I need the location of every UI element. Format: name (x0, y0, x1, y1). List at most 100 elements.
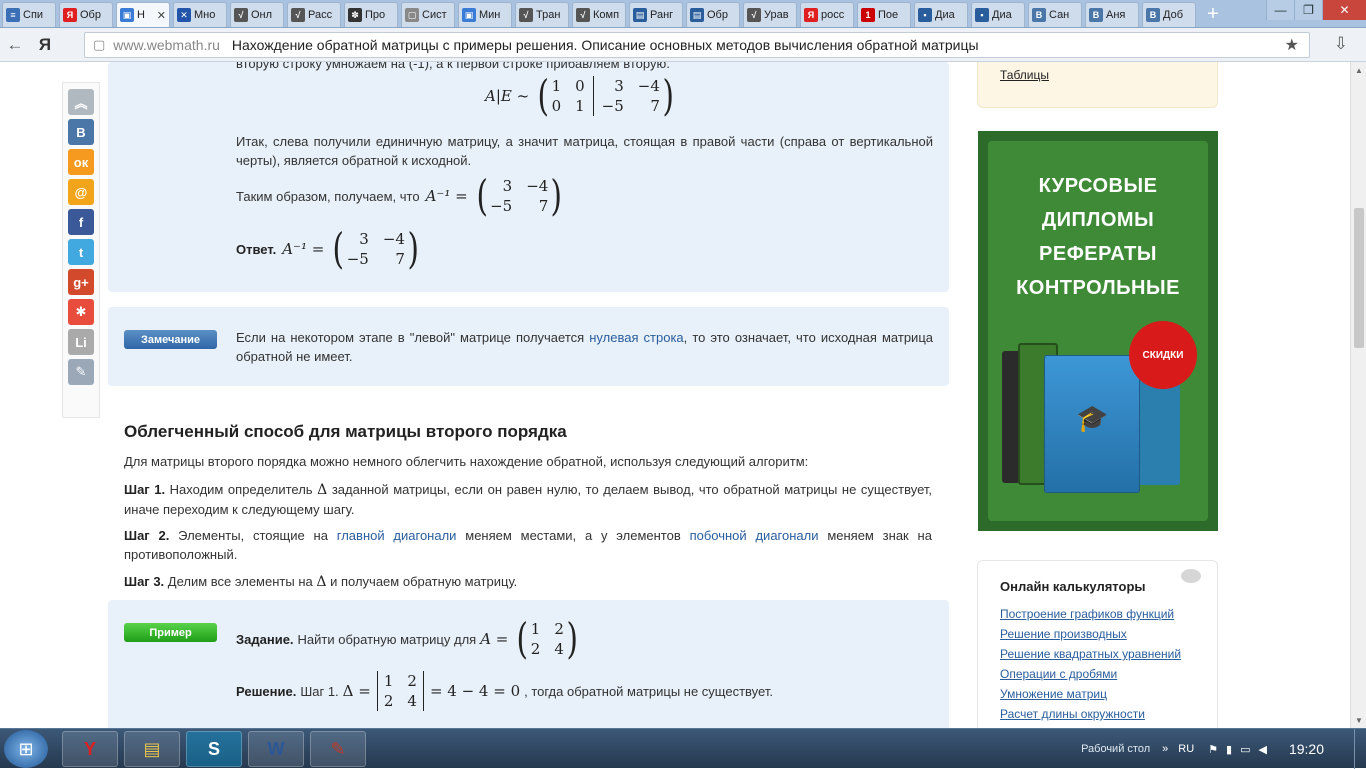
download-icon[interactable]: ⇩ (1334, 34, 1348, 54)
task-text: Найти обратную матрицу для (297, 631, 477, 647)
tables-link[interactable]: Таблицы (1000, 68, 1049, 82)
tab-favicon-icon: ▪ (918, 8, 932, 22)
yandex-browser-icon[interactable]: Y (62, 731, 118, 767)
scroll-top-icon[interactable]: ︽ (68, 89, 94, 115)
browser-tab[interactable]: ▪ Диа (914, 2, 968, 27)
browser-tab[interactable]: ▪ Диа (971, 2, 1025, 27)
address-bar[interactable]: ▢ www.webmath.ru Нахождение обратной мат… (84, 32, 1310, 58)
tab-favicon-icon: ≡ (6, 8, 20, 22)
browser-tab[interactable]: ▣ Н ✕ (116, 2, 170, 27)
show-desktop-button[interactable] (1354, 729, 1366, 769)
tab-favicon-icon: 1 (861, 8, 875, 22)
paint-icon[interactable]: ✎ (310, 731, 366, 767)
tab-label: Урав (764, 9, 789, 21)
minimize-button[interactable]: — (1266, 0, 1294, 20)
browser-tab[interactable]: В Доб (1142, 2, 1196, 27)
browser-tab[interactable]: ✽ Про (344, 2, 398, 27)
side-diagonal-link[interactable]: побочной диагонали (690, 528, 819, 543)
step-1: Шаг 1. Находим определитель Δ заданной м… (124, 480, 932, 519)
skype-icon[interactable]: S (186, 731, 242, 767)
tab-label: Мин (479, 9, 501, 21)
scroll-down-icon[interactable]: ▼ (1351, 712, 1366, 728)
matrix-cell: −5 (601, 97, 624, 115)
close-tab-icon[interactable]: ✕ (157, 9, 166, 22)
network-icon[interactable]: ▮ (1226, 743, 1232, 756)
flag-icon[interactable]: ⚑ (1208, 743, 1218, 756)
browser-tab[interactable]: ✕ Мно (173, 2, 227, 27)
browser-tab[interactable]: ▣ Мин (458, 2, 512, 27)
browser-tab[interactable]: √ Комп (572, 2, 626, 27)
tab-favicon-icon: √ (576, 8, 590, 22)
calc-link-fractions[interactable]: Операции с дробями (1000, 667, 1117, 681)
liveinternet-icon[interactable]: Li (68, 329, 94, 355)
address-domain: www.webmath.ru (113, 37, 220, 53)
browser-tab[interactable]: √ Расс (287, 2, 341, 27)
calc-link-matrix-mult[interactable]: Умножение матриц (1000, 687, 1107, 701)
vk-icon[interactable]: В (68, 119, 94, 145)
monitor-icon[interactable]: ▭ (1240, 743, 1250, 756)
result-text: Таким образом, получаем, что (236, 188, 420, 204)
close-window-button[interactable]: ✕ (1322, 0, 1366, 20)
tab-favicon-icon: ▤ (690, 8, 704, 22)
main-diagonal-link[interactable]: главной диагонали (337, 528, 457, 543)
desktop-label[interactable]: Рабочий стол (1081, 743, 1150, 755)
calc-link-quadratic[interactable]: Решение квадратных уравнений (1000, 647, 1181, 661)
browser-tab[interactable]: √ Тран (515, 2, 569, 27)
graduation-cap-icon: 🎓 (1076, 403, 1109, 433)
browser-tab[interactable]: ▢ Сист (401, 2, 455, 27)
step-2-label: Шаг 2. (124, 528, 170, 543)
note-text-1: Если на некотором этапе в "левой" матриц… (236, 330, 585, 345)
browser-tab[interactable]: В Сан (1028, 2, 1082, 27)
browser-tab[interactable]: 1 Пое (857, 2, 911, 27)
advert-banner[interactable]: КУРСОВЫЕ ДИПЛОМЫ РЕФЕРАТЫ КОНТРОЛЬНЫЕ 🎓 … (978, 131, 1218, 531)
new-tab-button[interactable]: + (1199, 2, 1227, 27)
matrix-cell: 1 (530, 620, 541, 638)
calc-link-derivatives[interactable]: Решение производных (1000, 627, 1127, 641)
browser-tab[interactable]: ▤ Обр (686, 2, 740, 27)
word-icon[interactable]: W (248, 731, 304, 767)
browser-tab[interactable]: √ Онл (230, 2, 284, 27)
answer-matrix: (3 −4 −5 7) (332, 224, 419, 273)
mail-icon[interactable]: @ (68, 179, 94, 205)
browser-tab[interactable]: ▤ Ранг (629, 2, 683, 27)
language-indicator[interactable]: RU (1178, 743, 1194, 755)
back-button[interactable]: ← (0, 30, 30, 60)
browser-tab[interactable]: В Аня (1085, 2, 1139, 27)
matrix-cell: −4 (637, 77, 660, 95)
maximize-button[interactable]: ❐ (1294, 0, 1322, 20)
odnoklassniki-icon[interactable]: ок (68, 149, 94, 175)
tab-label: Обр (80, 9, 101, 21)
browser-tab[interactable]: Яросс (800, 2, 854, 27)
calc-link-graphs[interactable]: Построение графиков функций (1000, 607, 1174, 621)
scroll-thumb[interactable] (1354, 208, 1364, 348)
matrix-cell: 2 (383, 692, 394, 710)
volume-icon[interactable]: ◀ (1258, 743, 1266, 756)
chevron-icon[interactable]: » (1162, 743, 1168, 755)
matrix-cell: 1 (575, 97, 585, 115)
file-explorer-icon[interactable]: ▤ (124, 731, 180, 767)
start-button[interactable]: ⊞ (4, 730, 48, 768)
chat-bubble-icon (1181, 569, 1201, 583)
scroll-up-icon[interactable]: ▲ (1351, 62, 1366, 78)
vertical-scrollbar[interactable]: ▲ ▼ (1350, 62, 1366, 728)
bookmark-icon[interactable]: ✎ (68, 359, 94, 385)
section-heading: Облегченный способ для матрицы второго п… (124, 422, 567, 441)
browser-tab[interactable]: Я Обр (59, 2, 113, 27)
calc-link-circle[interactable]: Расчет длины окружности (1000, 707, 1145, 721)
browser-logo-icon[interactable]: Я (30, 30, 60, 60)
facebook-icon[interactable]: f (68, 209, 94, 235)
bookmark-star-icon[interactable]: ★ (1285, 35, 1299, 55)
delta-rhs: = 4 − 4 = 0 (429, 682, 521, 700)
clock[interactable]: 19:20 (1289, 741, 1324, 757)
browser-tab[interactable]: ≡ Спи (2, 2, 56, 27)
ae-lhs: A|E ~ (485, 87, 530, 105)
delta-symbol: Δ (316, 574, 327, 590)
twitter-icon[interactable]: t (68, 239, 94, 265)
moikrug-icon[interactable]: ✱ (68, 299, 94, 325)
zero-row-link[interactable]: нулевая строка (589, 330, 683, 345)
result-matrix: (3 −4 −5 7) (476, 171, 563, 220)
matrix-cell: 7 (538, 197, 549, 215)
browser-tab[interactable]: √ Урав (743, 2, 797, 27)
taskbar: ⊞ Рабочий стол » RU ⚑ ▮ ▭ ◀ 19:20 Y ▤ S W ✎ (0, 728, 1366, 769)
google-plus-icon[interactable]: g+ (68, 269, 94, 295)
